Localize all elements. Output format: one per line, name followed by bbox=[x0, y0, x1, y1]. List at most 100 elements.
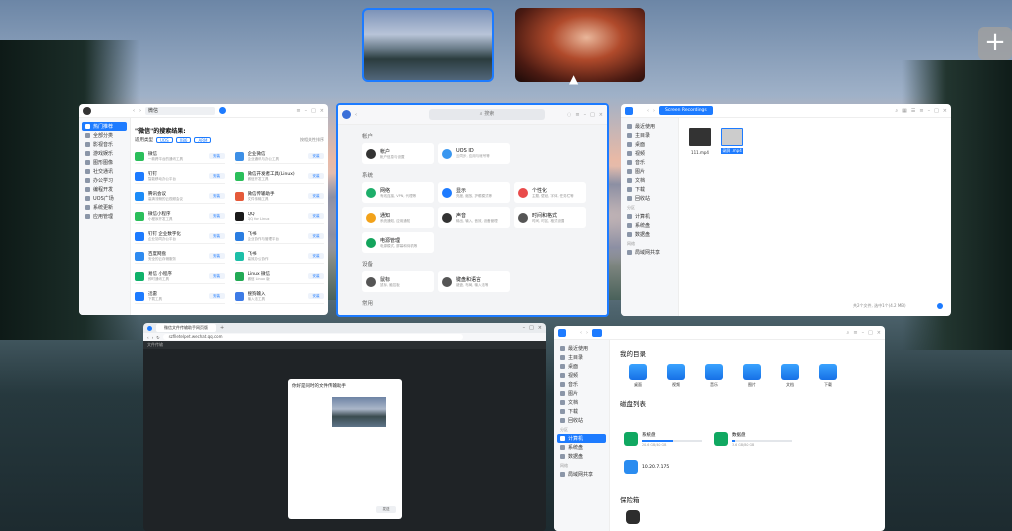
install-button[interactable]: 安装 bbox=[208, 193, 225, 199]
minimize-icon[interactable]: – bbox=[862, 330, 865, 336]
maximize-icon[interactable]: □ bbox=[311, 108, 316, 114]
forward-icon[interactable]: › bbox=[152, 335, 154, 340]
sidebar-item[interactable]: 编程开发 bbox=[82, 185, 127, 194]
sidebar-item[interactable]: 桌面 bbox=[624, 140, 675, 149]
back-icon[interactable]: ‹ bbox=[147, 335, 149, 340]
sidebar-item[interactable]: 最近使用 bbox=[557, 344, 606, 353]
sidebar-item[interactable]: 下载 bbox=[557, 407, 606, 416]
menu-icon[interactable]: ≡ bbox=[919, 108, 923, 114]
folder-item[interactable]: 音乐 bbox=[704, 364, 724, 388]
minimize-icon[interactable]: – bbox=[928, 108, 931, 114]
sidebar-item[interactable]: 下载 bbox=[624, 185, 675, 194]
folder-item[interactable]: 图片 bbox=[742, 364, 762, 388]
install-button[interactable]: 安装 bbox=[308, 233, 324, 239]
send-button[interactable]: 发送 bbox=[376, 506, 396, 513]
app-store-window[interactable]: ‹ › 微信 ≡ – □ × 热门推荐 全部分类 影视音乐 游戏娱乐 图形图像 社交通讯办… bbox=[79, 104, 328, 315]
settings-card[interactable]: 个性化 主题, 壁纸, 字体, 任务栏等 bbox=[514, 182, 586, 203]
list-view-icon[interactable]: ☰ bbox=[911, 108, 915, 114]
back-icon[interactable]: ‹ bbox=[355, 112, 357, 118]
sidebar-item[interactable]: 计算机 bbox=[624, 212, 675, 221]
sidebar-item[interactable]: 应用管理 bbox=[82, 212, 127, 221]
sidebar-item[interactable]: 回收站 bbox=[624, 194, 675, 203]
app-list-item[interactable]: 易信 小程序 即时通讯工具 安装 bbox=[135, 269, 225, 284]
back-icon[interactable]: ‹ bbox=[580, 330, 582, 336]
app-list-item[interactable]: 微信传输助手 文件传输工具 安装 bbox=[234, 189, 324, 204]
sidebar-item[interactable]: 数据盘 bbox=[624, 230, 675, 239]
sidebar-item[interactable]: 文档 bbox=[557, 398, 606, 407]
maximize-icon[interactable]: □ bbox=[590, 112, 595, 118]
app-list-item[interactable]: 企业微信 企业通讯与办公工具 安装 bbox=[234, 149, 324, 164]
sidebar-item[interactable]: 视频 bbox=[624, 149, 675, 158]
file-thumbnail-selected[interactable] bbox=[721, 128, 743, 146]
menu-icon[interactable]: ≡ bbox=[296, 108, 300, 114]
install-button[interactable]: 安装 bbox=[208, 293, 225, 299]
install-button[interactable]: 安装 bbox=[208, 273, 225, 279]
sidebar-item[interactable]: 视频 bbox=[557, 371, 606, 380]
sidebar-item[interactable]: 音乐 bbox=[557, 380, 606, 389]
install-button[interactable]: 安装 bbox=[308, 193, 324, 199]
sidebar-item[interactable]: 桌面 bbox=[557, 362, 606, 371]
file-thumbnail[interactable] bbox=[689, 128, 711, 146]
settings-card[interactable]: 声音 输出, 输入, 音效, 设备管理 bbox=[438, 207, 510, 228]
app-list-item[interactable]: 飞书 企业协作与管理平台 安装 bbox=[234, 229, 324, 244]
forward-icon[interactable]: › bbox=[139, 108, 141, 114]
install-button[interactable]: 安装 bbox=[208, 213, 225, 219]
settings-card[interactable]: 键盘和语言 键盘, 布局, 输入法等 bbox=[438, 271, 510, 292]
minimize-icon[interactable]: – bbox=[523, 325, 526, 331]
back-icon[interactable]: ‹ bbox=[133, 108, 135, 114]
maximize-icon[interactable]: □ bbox=[934, 108, 939, 114]
store-search-input[interactable]: 微信 bbox=[145, 106, 215, 115]
computer-breadcrumb[interactable] bbox=[592, 328, 602, 337]
sidebar-item[interactable]: 计算机 bbox=[557, 434, 606, 443]
install-button[interactable]: 安装 bbox=[308, 173, 324, 179]
app-list-item[interactable]: 微信小程序 小程序开发工具 安装 bbox=[135, 209, 225, 224]
sidebar-item[interactable]: 系统更新 bbox=[82, 203, 127, 212]
maximize-icon[interactable]: □ bbox=[868, 330, 873, 336]
settings-card[interactable]: 帐户 帐户信息与设置 bbox=[362, 143, 434, 164]
breadcrumb-screen-recordings[interactable]: Screen Recordings bbox=[659, 106, 713, 115]
sidebar-item[interactable]: 主目录 bbox=[557, 353, 606, 362]
app-list-item[interactable]: Linux 微信 微信 Linux 版安装 bbox=[234, 269, 324, 284]
settings-search-input[interactable]: ⌕ 搜索 bbox=[429, 109, 545, 120]
forward-icon[interactable]: › bbox=[653, 108, 655, 114]
install-button[interactable]: 安装 bbox=[308, 213, 324, 219]
menu-icon[interactable]: ≡ bbox=[853, 330, 857, 336]
settings-card[interactable]: UOS ID 云同步, 应用与帐号等 bbox=[438, 143, 510, 164]
shield-icon[interactable]: ◌ bbox=[567, 112, 571, 118]
control-center-window[interactable]: ‹ ⌕ 搜索 ◌ ≡ – □ × 帐户 帐户 帐户信息与设置 UOS ID 云同步, 应… bbox=[336, 103, 609, 317]
settings-card[interactable]: 电源管理 电源模式, 屏幕和待机等 bbox=[362, 232, 434, 253]
settings-card[interactable]: 显示 亮度, 缩放, 护眼模式等 bbox=[438, 182, 510, 203]
app-list-item[interactable]: 钉钉 企业数字化 企业协同办公平台 安装 bbox=[135, 229, 225, 244]
workspace-thumbnail-1[interactable] bbox=[362, 8, 494, 82]
chip-uos[interactable]: UOS bbox=[156, 137, 173, 143]
disk-system[interactable]: 系统盘 20.6 GB/40 GB bbox=[624, 428, 708, 450]
grid-view-icon[interactable]: ▦ bbox=[902, 108, 907, 114]
back-icon[interactable]: ‹ bbox=[647, 108, 649, 114]
sidebar-item[interactable]: 系统盘 bbox=[624, 221, 675, 230]
close-icon[interactable]: × bbox=[320, 108, 324, 114]
settings-card[interactable]: 鼠标 鼠标, 触控板 bbox=[362, 271, 434, 292]
sidebar-item[interactable]: 主目录 bbox=[624, 131, 675, 140]
new-tab-icon[interactable]: + bbox=[220, 325, 224, 331]
install-button[interactable]: 安装 bbox=[208, 233, 225, 239]
folder-item[interactable]: 视频 bbox=[666, 364, 686, 388]
sort-select[interactable]: 按相关性排序 bbox=[300, 137, 324, 143]
install-button[interactable]: 安装 bbox=[308, 293, 324, 299]
folder-item[interactable]: 桌面 bbox=[628, 364, 648, 388]
minimize-icon[interactable]: – bbox=[584, 112, 587, 118]
sidebar-item[interactable]: 局域网共享 bbox=[624, 248, 675, 257]
app-list-item[interactable]: 微信开发者工具(Linux) 微信开发工具 安装 bbox=[234, 169, 324, 184]
sidebar-item[interactable]: 图形图像 bbox=[82, 158, 127, 167]
browser-tab[interactable]: 微信文件传输助手网页版 bbox=[156, 324, 216, 332]
sidebar-item[interactable]: 热门推荐 bbox=[82, 122, 127, 131]
sidebar-item[interactable]: 局域网共享 bbox=[557, 470, 606, 479]
sidebar-item[interactable]: 文档 bbox=[624, 176, 675, 185]
close-icon[interactable]: × bbox=[538, 325, 542, 331]
slider-handle[interactable] bbox=[937, 303, 943, 309]
close-icon[interactable]: × bbox=[877, 330, 881, 336]
sidebar-item[interactable]: 回收站 bbox=[557, 416, 606, 425]
sidebar-item[interactable]: 音乐 bbox=[624, 158, 675, 167]
minimize-icon[interactable]: – bbox=[305, 108, 308, 114]
app-list-item[interactable]: 腾讯会议 高清流畅的云视频会议 安装 bbox=[135, 189, 225, 204]
install-button[interactable]: 安装 bbox=[308, 153, 324, 159]
